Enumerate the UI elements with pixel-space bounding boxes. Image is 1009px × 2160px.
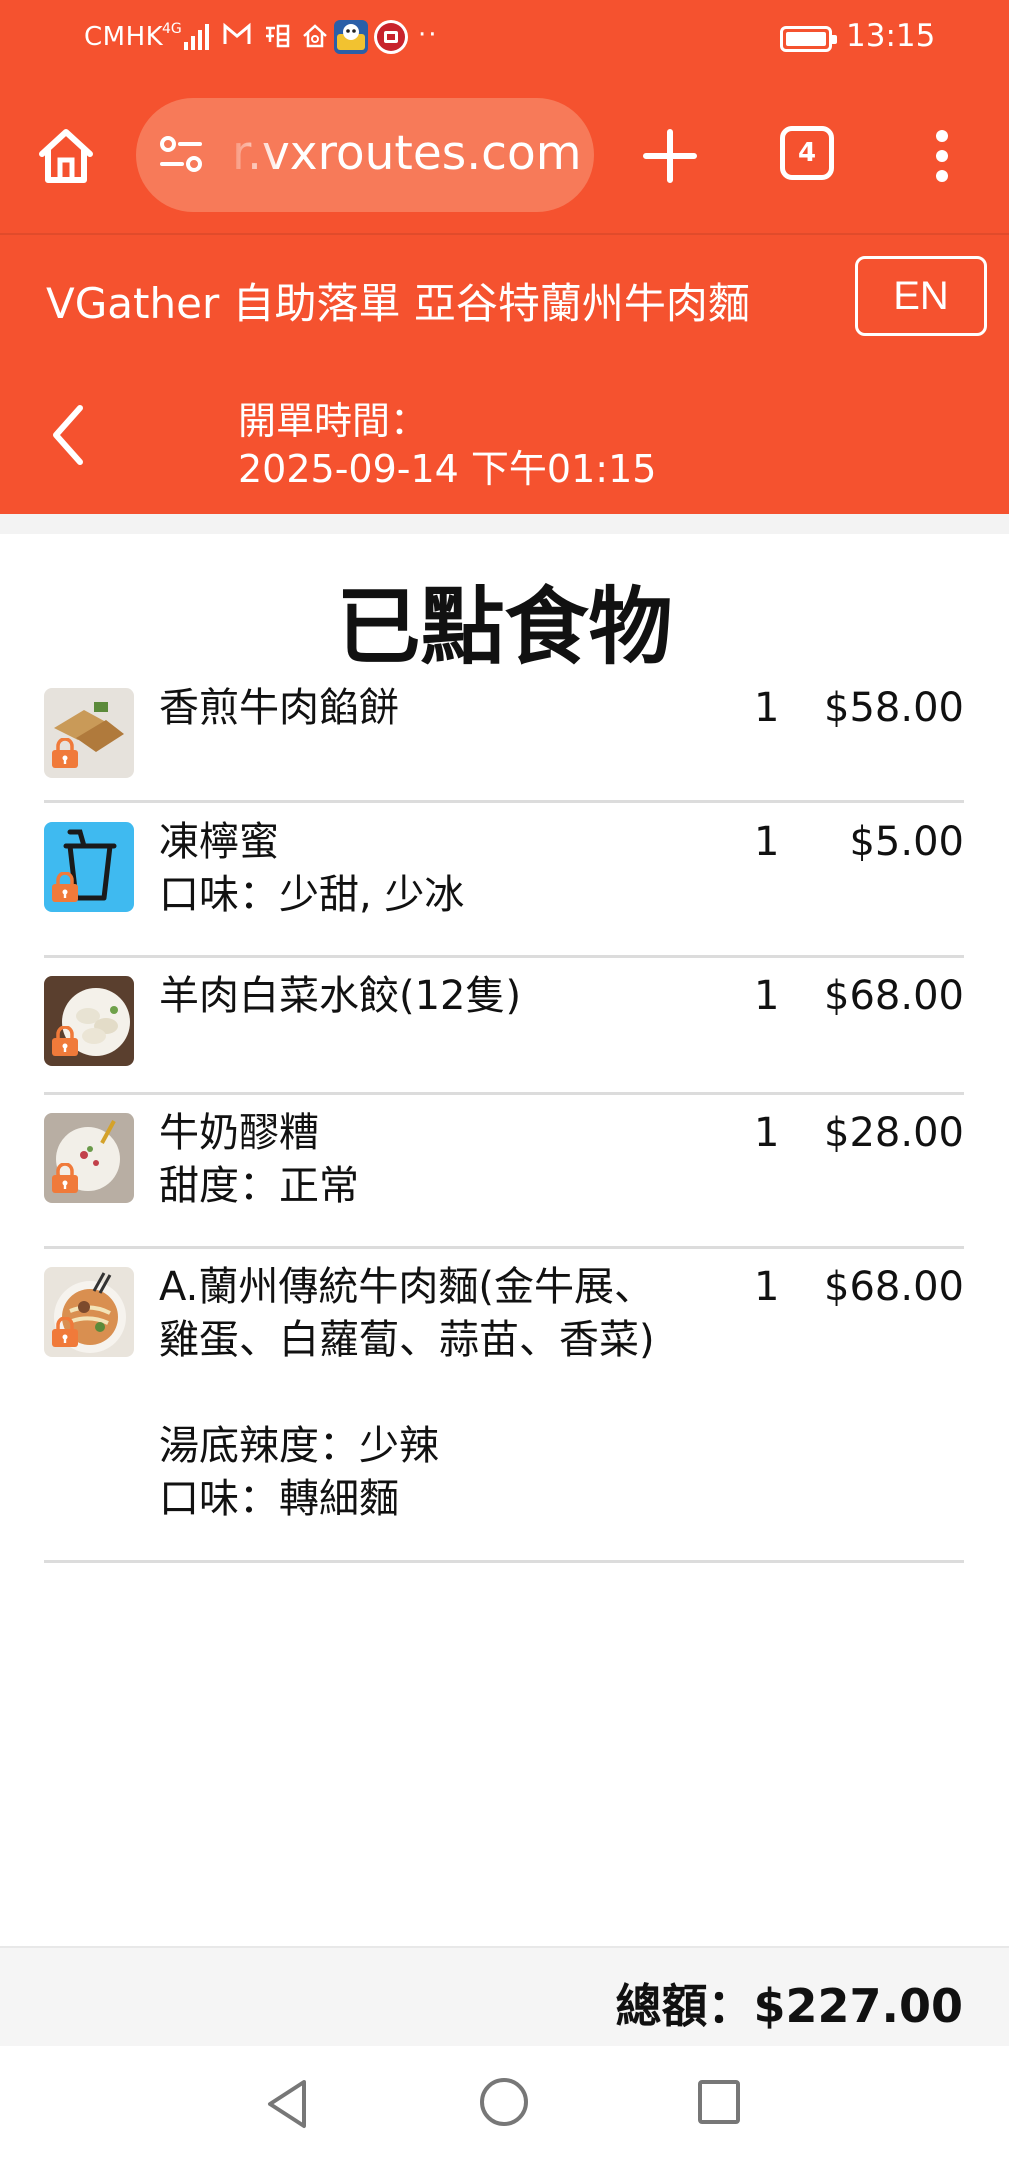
address-bar[interactable]: r.vxroutes.com — [136, 98, 594, 212]
site-settings-icon[interactable] — [158, 134, 204, 174]
item-option: 甜度：正常 — [159, 1163, 359, 1209]
total-bar: 總額：$227.00 — [0, 1946, 1009, 2046]
clock: 13:15 — [846, 18, 936, 54]
lock-icon — [52, 738, 78, 768]
lock-icon — [52, 872, 78, 902]
status-bar: CMHK 4G ·· 13:15 — [0, 0, 1009, 80]
nav-home-icon[interactable] — [480, 2078, 528, 2126]
carrier-label: CMHK — [84, 22, 164, 52]
open-time-value: 2025-09-14 下午01:15 — [238, 447, 657, 491]
item-name: 香煎牛肉餡餅 — [159, 685, 399, 731]
home-app-icon — [300, 22, 330, 52]
nav-recents-icon[interactable] — [698, 2080, 740, 2124]
order-item: 香煎牛肉餡餅 1 $58.00 — [44, 672, 964, 803]
top-header: CMHK 4G ·· 13:15 r.vxroutes.com 4 VGathe… — [0, 0, 1009, 514]
item-price: $28.00 — [824, 1110, 964, 1156]
order-total: 總額：$227.00 — [615, 1979, 963, 2033]
order-item: 羊肉白菜水餃(12隻) 1 $68.00 — [44, 960, 964, 1095]
item-qty: 1 — [754, 1110, 780, 1156]
item-price: $68.00 — [824, 1264, 964, 1310]
section-gap — [0, 514, 1009, 534]
order-section-title: 已點食物 — [336, 578, 673, 676]
mail-icon — [222, 22, 252, 52]
order-item: 牛奶醪糟 甜度：正常 1 $28.00 — [44, 1097, 964, 1249]
battery-icon — [780, 26, 837, 52]
item-image — [44, 1113, 134, 1203]
url-fade — [220, 98, 280, 212]
toolbar-divider — [0, 233, 1009, 235]
system-nav-bar — [0, 2046, 1009, 2160]
item-qty: 1 — [754, 685, 780, 731]
item-name: 凍檸蜜 — [159, 819, 279, 865]
language-toggle-button[interactable]: EN — [855, 256, 987, 336]
item-name: 羊肉白菜水餃(12隻) — [159, 973, 522, 1019]
sticker-app-icon — [334, 20, 368, 54]
item-name: A.蘭州傳統牛肉麵(金牛展、雞蛋、白蘿蔔、蒜苗、香菜) — [159, 1264, 655, 1363]
url-text[interactable]: r.vxroutes.com — [232, 126, 582, 181]
more-dots-icon: ·· — [418, 20, 439, 50]
signal-icon — [184, 22, 214, 50]
order-item: A.蘭州傳統牛肉麵(金牛展、雞蛋、白蘿蔔、蒜苗、香菜) 湯底辣度：少辣 口味：轉… — [44, 1251, 964, 1563]
open-time-label: 開單時間： — [238, 399, 429, 443]
nav-back-icon[interactable] — [262, 2076, 312, 2132]
item-name: 牛奶醪糟 — [159, 1110, 319, 1156]
taobao-icon — [262, 22, 292, 52]
item-price: $68.00 — [824, 973, 964, 1019]
new-tab-plus-icon[interactable] — [638, 124, 702, 188]
back-chevron-icon[interactable] — [46, 400, 90, 470]
item-image — [44, 976, 134, 1066]
item-option: 口味：少甜, 少冰 — [159, 872, 465, 918]
item-image — [44, 688, 134, 778]
lock-icon — [52, 1317, 78, 1347]
tab-switcher-icon[interactable]: 4 — [780, 126, 834, 180]
item-price: $5.00 — [849, 819, 964, 865]
lock-icon — [52, 1026, 78, 1056]
network-type: 4G — [162, 21, 182, 37]
red-app-icon — [374, 20, 408, 54]
item-option: 湯底辣度：少辣 — [159, 1423, 439, 1469]
item-qty: 1 — [754, 973, 780, 1019]
item-price: $58.00 — [824, 685, 964, 731]
item-image — [44, 1267, 134, 1357]
menu-kebab-icon[interactable] — [924, 124, 960, 188]
item-option: 口味：轉細麵 — [159, 1476, 399, 1522]
browser-toolbar: r.vxroutes.com 4 — [0, 80, 1009, 234]
home-icon[interactable] — [34, 124, 98, 188]
item-qty: 1 — [754, 1264, 780, 1310]
lock-icon — [52, 1163, 78, 1193]
item-image — [44, 822, 134, 912]
item-qty: 1 — [754, 819, 780, 865]
order-item: 凍檸蜜 口味：少甜, 少冰 1 $5.00 — [44, 806, 964, 958]
store-title: VGather 自助落單 亞谷特蘭州牛肉麵 — [46, 279, 750, 328]
